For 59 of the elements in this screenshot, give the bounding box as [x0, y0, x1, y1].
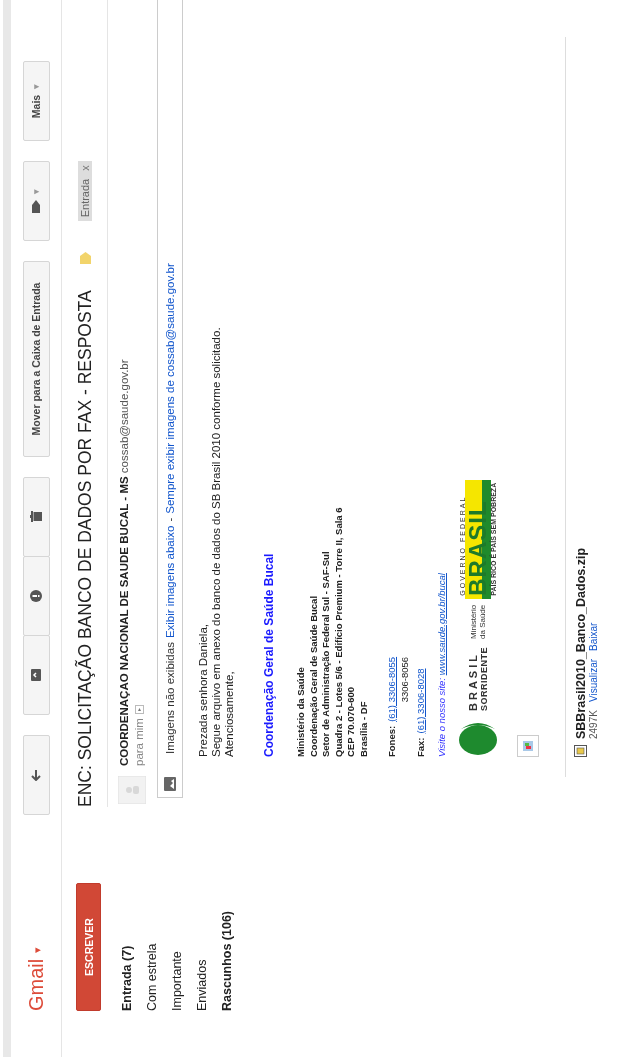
address-line: CEP 70.070-600: [345, 685, 357, 757]
image-icon: [164, 777, 176, 791]
images-hidden-text: Imagens não exibidas: [164, 642, 176, 754]
address-line: Quadra 2 - Lotes 5/6 - Edifício Premium - Torre II, Sala 6: [332, 506, 345, 757]
phone-number: 3306-8056: [398, 656, 411, 703]
folder-link[interactable]: Importante: [165, 815, 190, 1011]
signature-title: Coordenação Geral de Saúde Bucal: [262, 552, 276, 757]
email-subject: ENC: SOLICITAÇÃO BANCO DE DADOS POR FAX - RESPOSTA: [74, 290, 96, 807]
archive-file-icon: [574, 745, 587, 757]
tag-icon: [30, 199, 42, 214]
separator-text: -: [164, 517, 176, 522]
phones-label: Fones:: [386, 725, 398, 757]
attachment-name: SBBrasil2010_Banco_Dados.zip: [573, 547, 588, 739]
message-line: Prezada senhora Daniela,: [197, 623, 210, 757]
always-show-images-link[interactable]: Sempre exibir imagens de cossab@saude.gov.br: [164, 263, 176, 514]
sender-email: cossab@saude.gov.br: [118, 359, 130, 474]
fax-label: Fax:: [415, 737, 427, 757]
details-dropdown-icon[interactable]: [134, 705, 144, 715]
fax-link[interactable]: (61) 3306-8028: [415, 668, 428, 734]
folder-link[interactable]: Entrada (7): [115, 815, 140, 1011]
label-name: Entrada: [79, 178, 91, 218]
phone-link[interactable]: (61) 3306-8055: [386, 656, 399, 722]
archive-icon: [30, 669, 42, 681]
sender-name: COORDENAÇAO NACIONAL DE SAUDE BUCAL - MS: [118, 476, 130, 766]
broken-image-icon: [516, 735, 539, 757]
logo-text: BRASIL: [465, 500, 490, 596]
address-line: Setor de Administração Federal Sul - SAF-Sul: [320, 550, 332, 757]
address-line: Ministério da Saúde: [295, 666, 307, 757]
compose-button[interactable]: ESCREVER: [76, 883, 101, 1011]
logo-text: Ministério: [468, 604, 478, 639]
logo-text: BRASIL: [466, 651, 479, 711]
recipient-text: para mim: [133, 718, 145, 766]
gmail-logo[interactable]: Gmail ▾: [24, 947, 48, 1011]
warning-icon: [30, 590, 42, 602]
address-line: Coordenação Geral de Saúde Bucal: [307, 594, 320, 757]
attachment-link[interactable]: Baixar: [587, 622, 599, 651]
attachment-link[interactable]: Visualizar: [587, 658, 599, 703]
address-line: Brasília - DF: [357, 700, 370, 757]
more-button[interactable]: Mais ▾: [22, 61, 50, 141]
logo-text: SORRIDENTE: [478, 647, 489, 711]
site-label: Visite o nosso site:: [435, 677, 447, 757]
message-line: Segue arquivo em anexo do banco de dados do SB Brasil 2010 conforme solicitado.: [210, 326, 223, 757]
attachment-size: 2497K: [587, 710, 599, 739]
folder-link[interactable]: Rascunhos (106): [215, 815, 240, 1011]
show-images-link[interactable]: Exibir imagens abaixo: [164, 525, 176, 639]
folder-link[interactable]: Com estrela: [140, 815, 165, 1011]
move-to-inbox-button[interactable]: Mover para a Caixa de Entrada: [22, 261, 50, 457]
site-link[interactable]: www.saude.gov.br/bucal: [435, 573, 447, 676]
remove-label-button[interactable]: x: [79, 165, 91, 171]
back-arrow-icon: [30, 769, 42, 781]
avatar-icon: [118, 776, 146, 804]
spam-button[interactable]: [22, 556, 50, 636]
archive-button[interactable]: [22, 635, 50, 715]
delete-button[interactable]: [22, 477, 50, 557]
logo-text: da Saúde: [477, 604, 487, 639]
folder-link[interactable]: Enviados: [190, 815, 215, 1011]
importance-marker-icon[interactable]: [79, 252, 91, 265]
trash-icon: [30, 511, 42, 523]
message-line: Atenciosamente,: [223, 670, 236, 757]
